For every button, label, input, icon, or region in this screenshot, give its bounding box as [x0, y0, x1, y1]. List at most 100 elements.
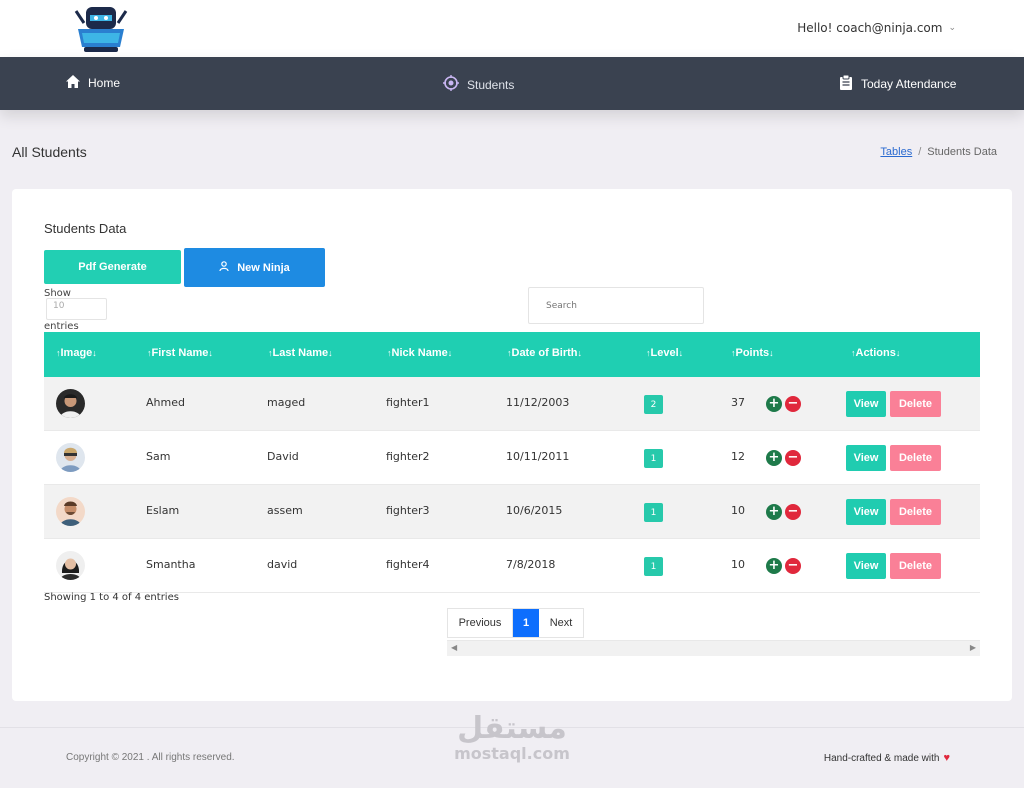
- breadcrumb-link-tables[interactable]: Tables: [880, 146, 912, 158]
- add-point-button[interactable]: +: [766, 450, 782, 466]
- new-ninja-button[interactable]: New Ninja: [184, 248, 325, 287]
- home-icon: [66, 75, 80, 91]
- delete-button[interactable]: Delete: [890, 391, 941, 417]
- nav-home[interactable]: Home: [66, 75, 120, 91]
- copyright-text: Copyright © 2021 . All rights reserved.: [66, 752, 235, 763]
- horizontal-scrollbar[interactable]: ◀ ▶: [447, 640, 980, 656]
- last-name-cell: maged: [267, 396, 306, 409]
- user-menu[interactable]: Hello! coach@ninja.com ⌄: [797, 21, 956, 35]
- card-title: Students Data: [44, 221, 127, 236]
- table-row: Eslam assem fighter3 10/6/2015 1 10 + − …: [44, 485, 980, 539]
- column-header-actions[interactable]: ↑Actions↓: [851, 347, 900, 359]
- remove-point-button[interactable]: −: [785, 504, 801, 520]
- delete-button[interactable]: Delete: [890, 445, 941, 471]
- made-with-label: Hand-crafted & made with: [823, 752, 940, 764]
- crosshair-icon: [443, 75, 459, 94]
- next-page-button[interactable]: Next: [539, 609, 583, 637]
- entries-label: entries: [44, 321, 79, 332]
- user-icon: [219, 261, 229, 274]
- nick-name-cell: fighter1: [386, 396, 430, 409]
- delete-button[interactable]: Delete: [890, 499, 941, 525]
- first-name-cell: Smantha: [146, 558, 196, 571]
- avatar: [56, 389, 85, 418]
- column-header-first-name[interactable]: ↑First Name↓: [147, 347, 213, 359]
- clipboard-icon: [839, 74, 853, 93]
- date-of-birth-cell: 10/6/2015: [506, 504, 563, 517]
- new-ninja-label: New Ninja: [237, 261, 290, 274]
- remove-point-button[interactable]: −: [785, 450, 801, 466]
- heart-icon: ♥: [943, 752, 950, 764]
- entries-per-page-input[interactable]: 10: [46, 298, 107, 320]
- view-button[interactable]: View: [846, 391, 886, 417]
- remove-point-button[interactable]: −: [785, 396, 801, 412]
- nick-name-cell: fighter3: [386, 504, 430, 517]
- chevron-down-icon: ⌄: [948, 23, 956, 33]
- mostaql-watermark: مستقل mostaql.com: [447, 713, 577, 763]
- breadcrumb-separator: /: [918, 146, 922, 158]
- points-cell: 12: [731, 450, 745, 463]
- level-badge: 1: [644, 557, 663, 576]
- add-point-button[interactable]: +: [766, 558, 782, 574]
- column-header-nick-name[interactable]: ↑Nick Name↓: [387, 347, 452, 359]
- column-header-image[interactable]: ↑Image↓: [56, 347, 97, 359]
- last-name-cell: david: [267, 558, 298, 571]
- nav-students-label: Students: [467, 77, 515, 92]
- user-greeting: Hello! coach@ninja.com: [797, 21, 943, 35]
- first-name-cell: Ahmed: [146, 396, 185, 409]
- column-header-last-name[interactable]: ↑Last Name↓: [268, 347, 333, 359]
- table-row: Ahmed maged fighter1 11/12/2003 2 37 + −…: [44, 377, 980, 431]
- remove-point-button[interactable]: −: [785, 558, 801, 574]
- scroll-right-icon[interactable]: ▶: [970, 643, 976, 652]
- top-bar: Hello! coach@ninja.com ⌄: [0, 0, 1024, 57]
- nav-today-attendance[interactable]: Today Attendance: [839, 74, 957, 93]
- search-input[interactable]: [528, 287, 704, 324]
- breadcrumb-current: Students Data: [927, 146, 997, 158]
- view-button[interactable]: View: [846, 553, 886, 579]
- add-point-button[interactable]: +: [766, 504, 782, 520]
- main-navbar: Home Students Today Attendance: [0, 57, 1024, 110]
- first-name-cell: Eslam: [146, 504, 180, 517]
- date-of-birth-cell: 7/8/2018: [506, 558, 556, 571]
- nick-name-cell: fighter2: [386, 450, 430, 463]
- date-of-birth-cell: 10/11/2011: [506, 450, 570, 463]
- breadcrumb: Tables / Students Data: [880, 146, 997, 158]
- date-of-birth-cell: 11/12/2003: [506, 396, 570, 409]
- level-badge: 1: [644, 449, 663, 468]
- last-name-cell: assem: [267, 504, 303, 517]
- nav-students[interactable]: Students: [443, 75, 514, 94]
- watermark-arabic: مستقل: [457, 711, 567, 746]
- pdf-generate-button[interactable]: Pdf Generate: [44, 250, 181, 284]
- points-cell: 10: [731, 504, 745, 517]
- watermark-url: mostaql.com: [454, 744, 570, 763]
- column-header-level[interactable]: ↑Level↓: [646, 347, 683, 359]
- add-point-button[interactable]: +: [766, 396, 782, 412]
- view-button[interactable]: View: [846, 445, 886, 471]
- delete-button[interactable]: Delete: [890, 553, 941, 579]
- points-cell: 37: [731, 396, 745, 409]
- avatar: [56, 443, 85, 472]
- previous-page-button[interactable]: Previous: [448, 609, 513, 637]
- nick-name-cell: fighter4: [386, 558, 430, 571]
- avatar: [56, 497, 85, 526]
- column-header-points[interactable]: ↑Points↓: [731, 347, 774, 359]
- avatar: [56, 551, 85, 580]
- page-1-button[interactable]: 1: [513, 609, 539, 637]
- students-card: Students Data Pdf Generate New Ninja Sho…: [12, 189, 1012, 701]
- pagination: Previous 1 Next: [447, 608, 584, 638]
- view-button[interactable]: View: [846, 499, 886, 525]
- made-with-text: Hand-crafted & made with ♥: [824, 752, 950, 764]
- scroll-left-icon[interactable]: ◀: [451, 643, 457, 652]
- first-name-cell: Sam: [146, 450, 171, 463]
- page-title: All Students: [12, 144, 87, 160]
- level-badge: 2: [644, 395, 663, 414]
- nav-attendance-label: Today Attendance: [861, 77, 957, 91]
- table-info: Showing 1 to 4 of 4 entries: [44, 592, 179, 603]
- table-row: Smantha david fighter4 7/8/2018 1 10 + −…: [44, 539, 980, 593]
- level-badge: 1: [644, 503, 663, 522]
- last-name-cell: David: [267, 450, 299, 463]
- points-cell: 10: [731, 558, 745, 571]
- table-header: ↑Image↓ ↑First Name↓ ↑Last Name↓ ↑Nick N…: [44, 332, 980, 377]
- ninja-logo[interactable]: [72, 3, 130, 55]
- column-header-date-of-birth[interactable]: ↑Date of Birth↓: [507, 347, 582, 359]
- nav-home-label: Home: [88, 76, 121, 90]
